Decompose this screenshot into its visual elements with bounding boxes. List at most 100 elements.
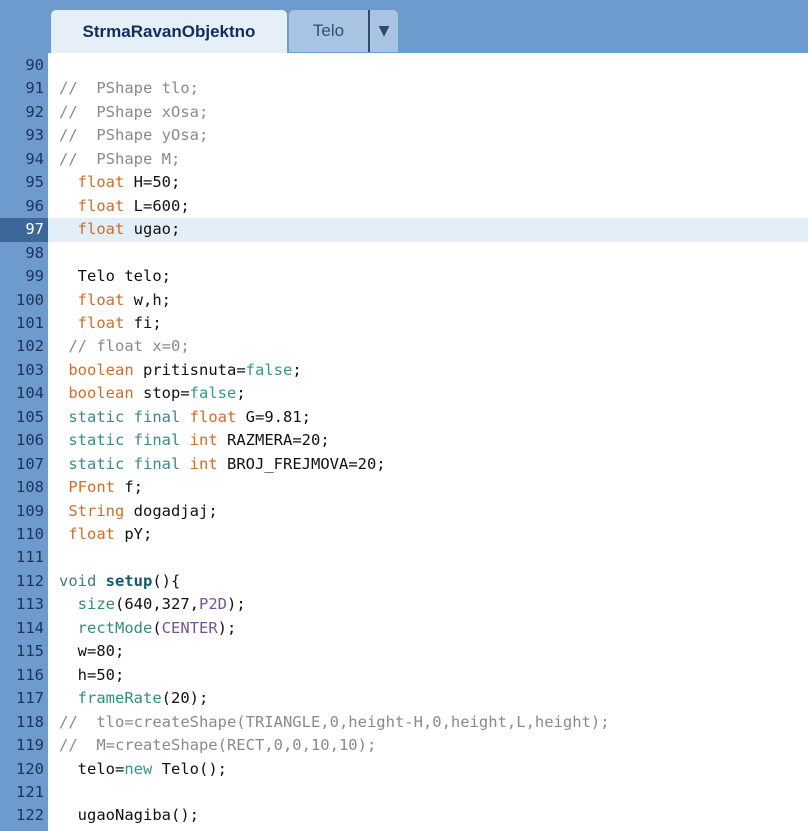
code-line[interactable]: 118 // tlo=createShape(TRIANGLE,0,height-… [0, 711, 808, 735]
code-token: L=600; [124, 196, 190, 215]
line-number: 103 [16, 360, 44, 379]
code-token: // PShape xOsa; [59, 102, 209, 121]
line-number: 98 [25, 243, 44, 262]
code-line[interactable]: 114 rectMode(CENTER); [0, 617, 808, 641]
code-token: static final [68, 407, 181, 426]
line-number: 90 [25, 56, 44, 74]
code-line[interactable]: 108 PFont f; [0, 476, 808, 500]
code-text: float ugao; [59, 218, 181, 242]
code-line[interactable]: 101 float fi; [0, 312, 808, 336]
code-line[interactable]: 96 float L=600; [0, 195, 808, 219]
line-number: 94 [25, 149, 44, 168]
line-number: 109 [16, 501, 44, 520]
code-token: new [124, 759, 153, 778]
line-number: 119 [16, 736, 44, 755]
code-token: RAZMERA=20; [217, 431, 330, 450]
code-line[interactable]: 95 float H=50; [0, 171, 808, 195]
tab-strmaravanobjektno[interactable]: StrmaRavanObjektno [51, 10, 287, 53]
code-text: boolean pritisnuta=false; [59, 359, 301, 383]
code-line[interactable]: 93 // PShape yOsa; [0, 124, 808, 148]
code-text: ugaoNagiba(); [59, 804, 199, 828]
code-text: float H=50; [59, 171, 181, 195]
code-line[interactable]: 90 [0, 54, 808, 78]
tab-telo[interactable]: Telo [289, 10, 368, 52]
code-token: float [77, 313, 125, 332]
code-line[interactable]: 92 // PShape xOsa; [0, 101, 808, 125]
code-line[interactable]: 112 void setup(){ [0, 570, 808, 594]
code-line[interactable]: 103 boolean pritisnuta=false; [0, 359, 808, 383]
line-number: 95 [25, 173, 44, 192]
code-text: telo=new Telo(); [59, 758, 227, 782]
code-line[interactable]: 122 ugaoNagiba(); [0, 804, 808, 828]
code-token: // float x=0; [59, 337, 190, 356]
code-line[interactable]: 99 Telo telo; [0, 265, 808, 289]
code-token: boolean [68, 360, 134, 379]
code-line[interactable]: 105 static final float G=9.81; [0, 406, 808, 430]
code-line[interactable]: 115 w=80; [0, 640, 808, 664]
line-number: 115 [16, 642, 44, 661]
code-line[interactable]: 109 String dogadjaj; [0, 500, 808, 524]
code-token: ugaoNagiba(); [59, 806, 199, 825]
code-line[interactable]: 107 static final int BROJ_FREJMOVA=20; [0, 453, 808, 477]
code-line[interactable]: 102 // float x=0; [0, 335, 808, 359]
code-token: f; [115, 478, 144, 497]
code-line[interactable]: 110 float pY; [0, 523, 808, 547]
code-token: (){ [152, 571, 181, 590]
code-text: // M=createShape(RECT,0,0,10,10); [59, 734, 376, 758]
code-token: static final [68, 454, 181, 473]
code-line[interactable]: 117 frameRate(20); [0, 687, 808, 711]
line-number: 113 [16, 595, 44, 614]
code-text: boolean stop=false; [59, 382, 245, 406]
code-token: H=50; [124, 173, 181, 192]
code-text: float pY; [59, 523, 152, 547]
line-number: 93 [25, 126, 44, 145]
code-line[interactable]: 91 // PShape tlo; [0, 77, 808, 101]
code-text: void setup(){ [59, 570, 180, 594]
code-text: Telo telo; [59, 265, 171, 289]
line-number: 117 [16, 689, 44, 708]
code-token: float [68, 525, 116, 543]
code-line[interactable]: 98 [0, 242, 808, 266]
code-line[interactable]: 113 size(640,327,P2D); [0, 593, 808, 617]
line-number: 108 [16, 478, 44, 497]
line-number: 120 [16, 759, 44, 778]
code-line[interactable]: 121 [0, 781, 808, 805]
code-token: // PShape yOsa; [59, 126, 209, 145]
code-token: ( [152, 618, 162, 637]
code-line[interactable]: 116 h=50; [0, 664, 808, 688]
line-number: 118 [16, 712, 44, 731]
code-line[interactable]: 94 // PShape M; [0, 148, 808, 172]
code-line[interactable]: 104 boolean stop=false; [0, 382, 808, 406]
code-token: frameRate [77, 689, 162, 708]
code-text: // PShape yOsa; [59, 124, 208, 148]
code-line[interactable]: 120 telo=new Telo(); [0, 758, 808, 782]
code-line[interactable]: 97 float ugao; [0, 218, 808, 242]
code-token: G=9.81; [236, 407, 311, 426]
code-text: static final int RAZMERA=20; [59, 429, 330, 453]
tab-menu-button[interactable]: ▼ [368, 10, 398, 52]
code-token: P2D [199, 595, 227, 614]
code-line[interactable]: 111 [0, 546, 808, 570]
code-token: size [77, 595, 115, 614]
line-number: 121 [16, 782, 44, 801]
code-line[interactable]: 119 // M=createShape(RECT,0,0,10,10); [0, 734, 808, 758]
code-text: float fi; [59, 312, 162, 336]
code-token: boolean [68, 384, 134, 403]
code-line[interactable]: 100 float w,h; [0, 289, 808, 313]
code-line[interactable]: 106 static final int RAZMERA=20; [0, 429, 808, 453]
code-token: rectMode [77, 618, 153, 637]
code-text: // PShape xOsa; [59, 101, 208, 125]
code-text: float L=600; [59, 195, 190, 219]
code-token: PFont [68, 478, 116, 497]
